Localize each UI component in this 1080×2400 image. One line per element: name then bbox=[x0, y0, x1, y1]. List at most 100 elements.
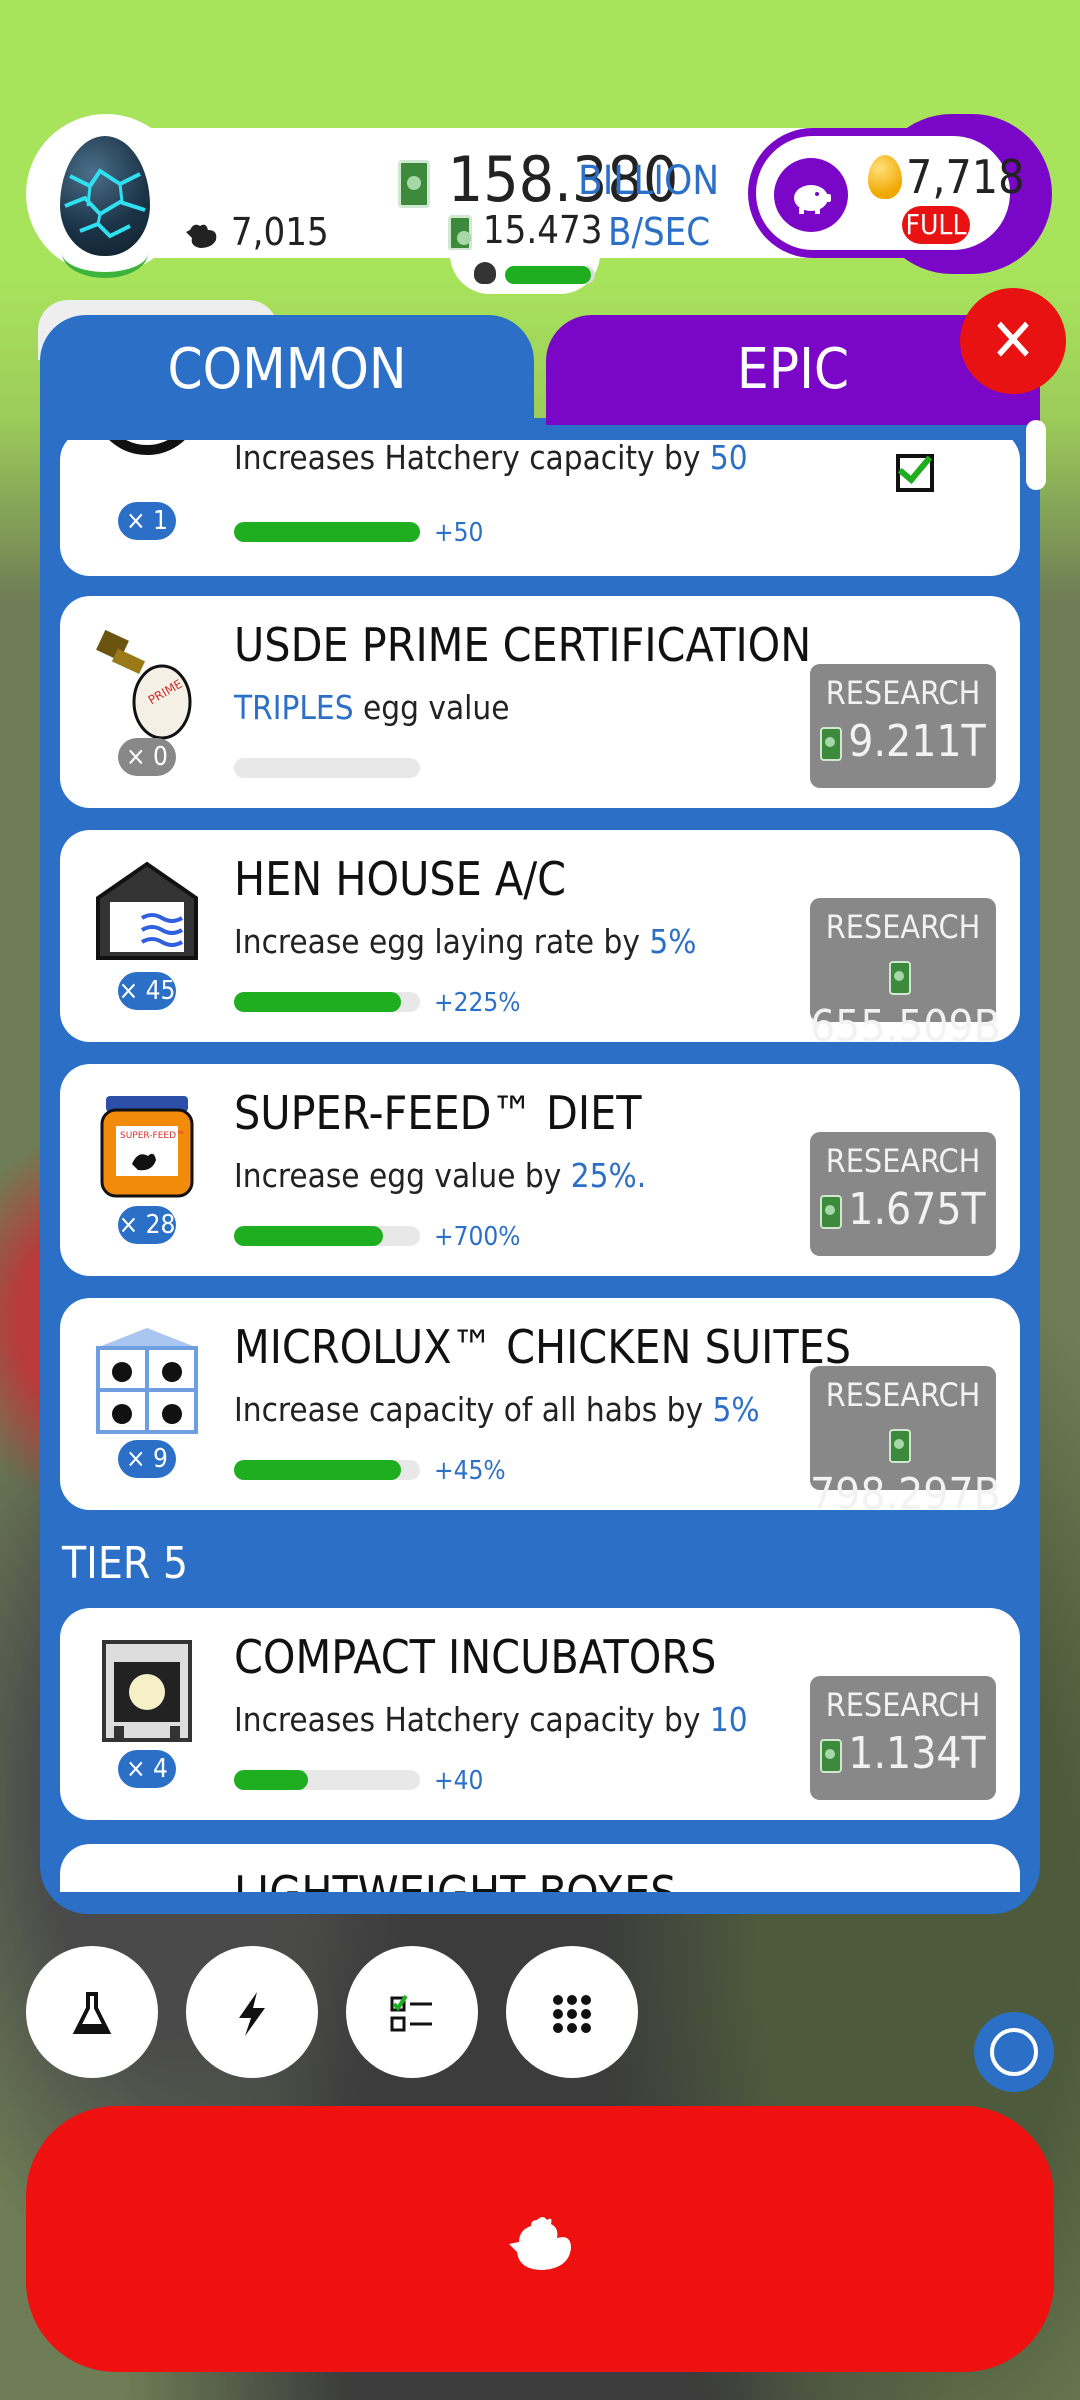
piggy-bank-icon[interactable] bbox=[774, 158, 848, 232]
progress-fill bbox=[234, 1226, 383, 1246]
hatchery-icon bbox=[92, 440, 202, 500]
grid-menu-icon bbox=[553, 1995, 591, 2033]
level-badge: × 1 bbox=[118, 502, 176, 540]
golden-egg-count: 7,718 bbox=[906, 150, 1025, 204]
desc-text: Increase egg value by bbox=[234, 1156, 571, 1195]
research-desc: Increases Hatchery capacity by 50 bbox=[234, 440, 748, 477]
flask-icon bbox=[72, 1992, 112, 2034]
close-button[interactable]: ✕ bbox=[960, 288, 1066, 394]
research-button-label: RESEARCH bbox=[825, 1686, 981, 1724]
research-desc: Increase egg laying rate by 5% bbox=[234, 922, 696, 961]
research-title: LIGHTWEIGHT BOXES bbox=[234, 1866, 677, 1892]
level-badge: × 0 bbox=[118, 738, 176, 776]
incubator-icon bbox=[92, 1636, 202, 1746]
chick-icon bbox=[474, 262, 496, 284]
research-title: HEN HOUSE A/C bbox=[234, 852, 567, 906]
progress-fill bbox=[234, 992, 402, 1012]
desc-highlight: 25%. bbox=[570, 1156, 647, 1195]
progress-fill bbox=[234, 522, 420, 542]
missions-button[interactable] bbox=[346, 1946, 478, 2078]
progress-bar bbox=[234, 992, 420, 1012]
desc-text: Increase egg laying rate by bbox=[234, 922, 650, 961]
piggy-full-badge: FULL bbox=[902, 206, 970, 244]
research-button-label: RESEARCH bbox=[825, 1142, 981, 1180]
research-card-hatchery-capacity[interactable]: Increases Hatchery capacity by 50 × 1 +5… bbox=[60, 440, 1020, 576]
prime-stamp-icon: PRIME bbox=[92, 624, 202, 740]
level-badge: × 4 bbox=[118, 1750, 176, 1788]
research-card-compact-incubators[interactable]: COMPACT INCUBATORS Increases Hatchery ca… bbox=[60, 1608, 1020, 1820]
research-button[interactable]: RESEARCH 9.211T bbox=[810, 664, 996, 788]
research-button[interactable]: RESEARCH 655.509B bbox=[810, 898, 1001, 1052]
research-card-lightweight-boxes[interactable]: LIGHTWEIGHT BOXES bbox=[60, 1844, 1020, 1892]
progress-bar bbox=[234, 1460, 420, 1480]
research-cost: 1.675T bbox=[810, 1184, 996, 1235]
chicken-icon bbox=[509, 2217, 571, 2271]
desc-text: Increases Hatchery capacity by bbox=[234, 440, 710, 477]
money-unit: BILLION bbox=[578, 158, 720, 204]
chicken-count-value: 7,015 bbox=[230, 210, 329, 254]
research-cost-value: 798.297B bbox=[810, 1469, 1001, 1520]
research-button[interactable]: RESEARCH 1.134T bbox=[810, 1676, 996, 1800]
lightning-icon bbox=[239, 1992, 265, 2036]
cash-icon bbox=[889, 1429, 911, 1463]
level-badge: × 28 bbox=[118, 1206, 176, 1244]
desc-text-post: egg value bbox=[353, 688, 510, 727]
progress-bar bbox=[234, 1770, 420, 1790]
cash-icon bbox=[820, 1195, 843, 1229]
research-button-label: RESEARCH bbox=[825, 674, 981, 712]
cash-icon bbox=[889, 961, 911, 995]
gain-text: +45% bbox=[434, 1456, 506, 1486]
research-list[interactable]: Increases Hatchery capacity by 50 × 1 +5… bbox=[60, 440, 1020, 1892]
desc-highlight: 50 bbox=[709, 440, 748, 477]
hen-house-ac-icon bbox=[92, 858, 202, 968]
egg-progress-arc bbox=[62, 228, 148, 278]
svg-text:SUPER-FEED™: SUPER-FEED™ bbox=[120, 1131, 185, 1141]
chicken-icon bbox=[186, 224, 217, 248]
research-cost-value: 655.509B bbox=[810, 1001, 1001, 1052]
research-title: COMPACT INCUBATORS bbox=[234, 1630, 717, 1684]
research-flask-button[interactable] bbox=[26, 1946, 158, 2078]
tab-common[interactable]: COMMON bbox=[40, 315, 534, 425]
research-card-microlux-suites[interactable]: MICROLUX™ CHICKEN SUITES Increase capaci… bbox=[60, 1298, 1020, 1520]
research-desc: TRIPLES egg value bbox=[234, 688, 509, 727]
boxes-icon bbox=[92, 1872, 202, 1892]
menu-grid-button[interactable] bbox=[506, 1946, 638, 2078]
assist-circle-button[interactable] bbox=[974, 2012, 1054, 2092]
boost-button[interactable] bbox=[186, 1946, 318, 2078]
hatch-chicken-button[interactable] bbox=[26, 2106, 1054, 2372]
research-cost: 9.211T bbox=[810, 716, 996, 767]
tier-label: TIER 5 bbox=[62, 1538, 189, 1589]
research-desc: Increase egg value by 25%. bbox=[234, 1156, 646, 1195]
desc-highlight: 5% bbox=[712, 1390, 760, 1429]
research-title: USDE PRIME CERTIFICATION bbox=[234, 618, 812, 672]
research-cost: 1.134T bbox=[810, 1728, 996, 1779]
gain-text: +40 bbox=[434, 1766, 484, 1796]
level-badge: × 45 bbox=[118, 972, 176, 1010]
level-badge: × 9 bbox=[118, 1440, 176, 1478]
earning-rate: 15.473 bbox=[448, 208, 602, 252]
research-button[interactable]: RESEARCH 798.297B bbox=[810, 1366, 1001, 1520]
research-button[interactable]: RESEARCH 1.675T bbox=[810, 1132, 996, 1256]
desc-text: Increases Hatchery capacity by bbox=[234, 1700, 710, 1739]
progress-bar bbox=[234, 758, 420, 778]
panel-edge-notch bbox=[1026, 420, 1046, 490]
earning-rate-value: 15.473 bbox=[482, 208, 603, 252]
research-desc: Increases Hatchery capacity by 10 bbox=[234, 1700, 748, 1739]
progress-fill bbox=[234, 1460, 402, 1480]
research-cost: 798.297B bbox=[810, 1418, 1001, 1520]
earning-rate-unit: B/SEC bbox=[608, 210, 711, 254]
progress-fill bbox=[234, 1770, 309, 1790]
research-card-super-feed[interactable]: SUPER-FEED™ SUPER-FEED™ DIET Increase eg… bbox=[60, 1064, 1020, 1276]
desc-highlight: TRIPLES bbox=[234, 688, 354, 727]
research-card-usde-prime[interactable]: PRIME USDE PRIME CERTIFICATION TRIPLES e… bbox=[60, 596, 1020, 808]
progress-bar bbox=[234, 522, 420, 542]
gain-text: +225% bbox=[434, 988, 521, 1018]
research-cost-value: 1.675T bbox=[848, 1184, 986, 1235]
research-button-label: RESEARCH bbox=[825, 908, 981, 946]
drone-progress-fill bbox=[505, 266, 591, 284]
progress-bar bbox=[234, 1226, 420, 1246]
cash-icon bbox=[820, 1739, 843, 1773]
research-title: MICROLUX™ CHICKEN SUITES bbox=[234, 1320, 852, 1374]
research-card-hen-house-ac[interactable]: HEN HOUSE A/C Increase egg laying rate b… bbox=[60, 830, 1020, 1052]
research-cost-value: 1.134T bbox=[848, 1728, 986, 1779]
